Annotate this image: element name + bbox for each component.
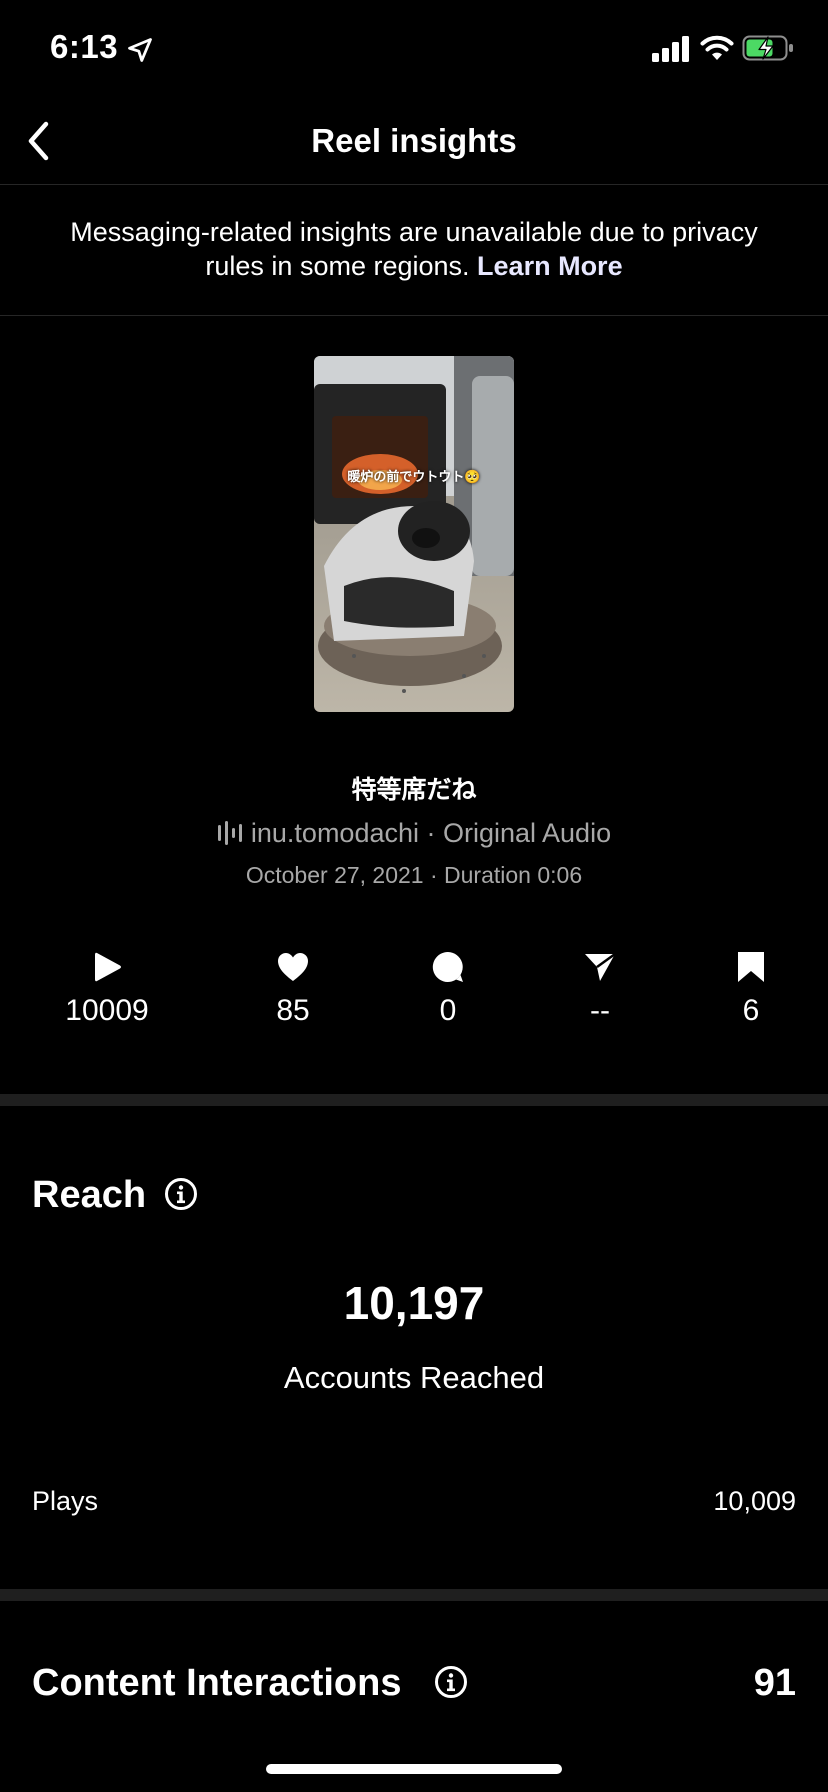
stat-value: -- <box>590 994 610 1027</box>
reel-thumbnail[interactable]: 暖炉の前でウトウト🥺 <box>314 356 514 712</box>
page-title: Reel insights <box>311 122 517 159</box>
thumbnail-caption: 暖炉の前でウトウト🥺 <box>347 469 481 484</box>
stat-likes[interactable]: 85 <box>223 950 363 1028</box>
reel-thumbnail-image <box>314 356 514 712</box>
section-divider <box>0 1094 828 1106</box>
stat-shares[interactable]: -- <box>530 950 670 1028</box>
bookmark-icon <box>738 952 764 982</box>
accounts-reached-value: 10,197 <box>343 1277 485 1329</box>
location-arrow-icon <box>128 38 152 62</box>
stat-value: 10009 <box>65 994 149 1027</box>
wifi-icon <box>700 35 734 60</box>
info-icon[interactable] <box>164 1177 198 1211</box>
stat-value: 85 <box>276 994 310 1027</box>
stat-comments[interactable]: 0 <box>378 950 518 1028</box>
status-time: 6:13 <box>50 28 119 65</box>
stat-saves[interactable]: 6 <box>681 950 821 1028</box>
content-interactions-value: 91 <box>753 1662 796 1704</box>
reel-audio[interactable]: inu.tomodachi · Original Audio <box>0 818 828 849</box>
reel-title: 特等席だね <box>351 776 477 804</box>
plays-label: Plays <box>32 1486 99 1516</box>
battery-charging-icon <box>742 35 793 61</box>
plays-value: 10,009 <box>713 1486 796 1516</box>
info-icon[interactable] <box>434 1665 468 1699</box>
comment-icon <box>432 951 463 982</box>
reach-title: Reach <box>32 1174 147 1216</box>
share-icon <box>585 952 616 981</box>
learn-more-link[interactable]: Learn More <box>477 251 623 281</box>
audio-waveform-icon <box>217 821 242 845</box>
reel-date-duration: October 27, 2021 · Duration 0:06 <box>245 862 583 888</box>
content-interactions-title: Content Interactions <box>32 1662 402 1704</box>
stat-value: 0 <box>439 994 457 1027</box>
stat-plays[interactable]: 10009 <box>37 950 177 1028</box>
section-divider <box>0 1589 828 1601</box>
nav-bar: Reel insights <box>0 100 828 185</box>
notice-text: Messaging-related insights are unavailab… <box>60 215 768 283</box>
stats-row: 10009 85 0 -- 6 <box>0 950 828 1050</box>
play-icon <box>95 952 121 982</box>
accounts-reached-label: Accounts Reached <box>283 1360 545 1395</box>
status-bar: 6:13 <box>0 0 828 100</box>
heart-icon <box>278 953 308 981</box>
cellular-signal-icon <box>652 36 689 62</box>
notice-message: Messaging-related insights are unavailab… <box>70 217 758 281</box>
privacy-notice: Messaging-related insights are unavailab… <box>0 185 828 316</box>
audio-label: inu.tomodachi · Original Audio <box>250 818 612 848</box>
stat-value: 6 <box>742 994 760 1027</box>
home-indicator[interactable] <box>266 1764 562 1774</box>
